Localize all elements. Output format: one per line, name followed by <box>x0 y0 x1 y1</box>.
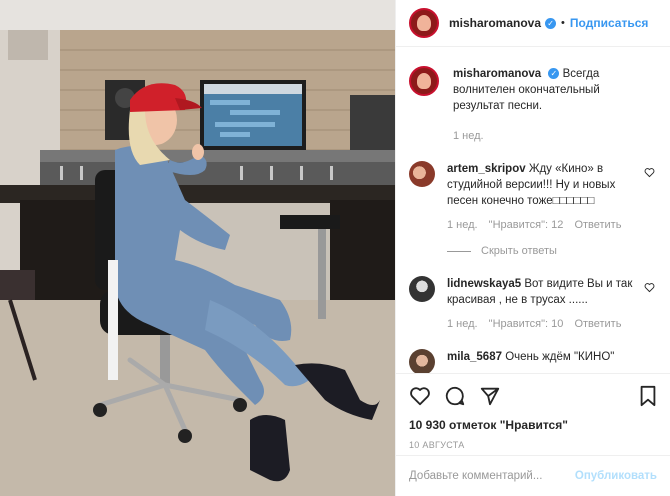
verified-icon: ✓ <box>548 68 560 80</box>
toggle-replies-button[interactable]: Скрыть ответы <box>447 245 637 257</box>
post-header: misharomanova ✓ • Подписаться <box>396 0 670 47</box>
author-avatar[interactable] <box>409 8 439 38</box>
caption-time[interactable]: 1 нед. <box>453 130 657 142</box>
caption-username[interactable]: misharomanova <box>453 68 541 80</box>
post-caption: misharomanova ✓ Всегда волнителен оконча… <box>409 66 657 114</box>
post-side-panel: misharomanova ✓ • Подписаться misharoman… <box>395 0 670 496</box>
post-photo[interactable] <box>0 0 395 496</box>
commenter-username[interactable]: artem_skripov <box>447 163 526 175</box>
commenter-avatar[interactable] <box>409 161 435 187</box>
author-username[interactable]: misharomanova <box>449 16 541 30</box>
commenter-avatar[interactable] <box>409 349 435 373</box>
likes-count[interactable]: 10 930 отметок "Нравится" <box>409 418 658 432</box>
comment-item: mila_5687 Очень ждём "КИНО" <box>409 349 657 373</box>
comment-icon[interactable] <box>444 385 466 407</box>
comment-reply-button[interactable]: Ответить <box>574 318 621 330</box>
comment-like-heart-icon[interactable] <box>644 167 655 178</box>
follow-button[interactable]: Подписаться <box>570 16 648 30</box>
commenter-username[interactable]: mila_5687 <box>447 351 502 363</box>
comments-list[interactable]: misharomanova ✓ Всегда волнителен оконча… <box>396 48 670 373</box>
share-icon[interactable] <box>479 385 501 407</box>
post-date[interactable]: 10 АВГУСТА <box>409 440 658 450</box>
commenter-username[interactable]: lidnewskaya5 <box>447 278 521 290</box>
comment-like-heart-icon[interactable] <box>644 282 655 293</box>
replies-line <box>447 250 471 252</box>
verified-icon: ✓ <box>545 17 557 29</box>
comment-time[interactable]: 1 нед. <box>447 219 478 231</box>
comment-text: Очень ждём "КИНО" <box>505 351 615 363</box>
add-comment-bar: Опубликовать <box>396 455 670 496</box>
publish-button[interactable]: Опубликовать <box>575 470 657 482</box>
header-separator: • <box>561 17 565 29</box>
bookmark-icon[interactable] <box>638 385 658 407</box>
commenter-avatar[interactable] <box>409 276 435 302</box>
post-actions: 10 930 отметок "Нравится" 10 АВГУСТА <box>396 373 670 453</box>
comment-reply-button[interactable]: Ответить <box>574 219 621 231</box>
studio-photo-illustration <box>0 0 395 496</box>
toggle-replies-label: Скрыть ответы <box>481 245 557 257</box>
comment-time[interactable]: 1 нед. <box>447 318 478 330</box>
caption-author-avatar[interactable] <box>409 66 439 96</box>
comment-input[interactable] <box>409 470 575 482</box>
like-heart-icon[interactable] <box>409 385 431 407</box>
comment-likes[interactable]: "Нравится": 10 <box>489 318 564 330</box>
comment-item: lidnewskaya5 Вот видите Вы и так красива… <box>409 276 657 330</box>
comment-item: artem_skripov Жду «Кино» в студийной вер… <box>409 161 657 257</box>
comment-likes[interactable]: "Нравится": 12 <box>489 219 564 231</box>
